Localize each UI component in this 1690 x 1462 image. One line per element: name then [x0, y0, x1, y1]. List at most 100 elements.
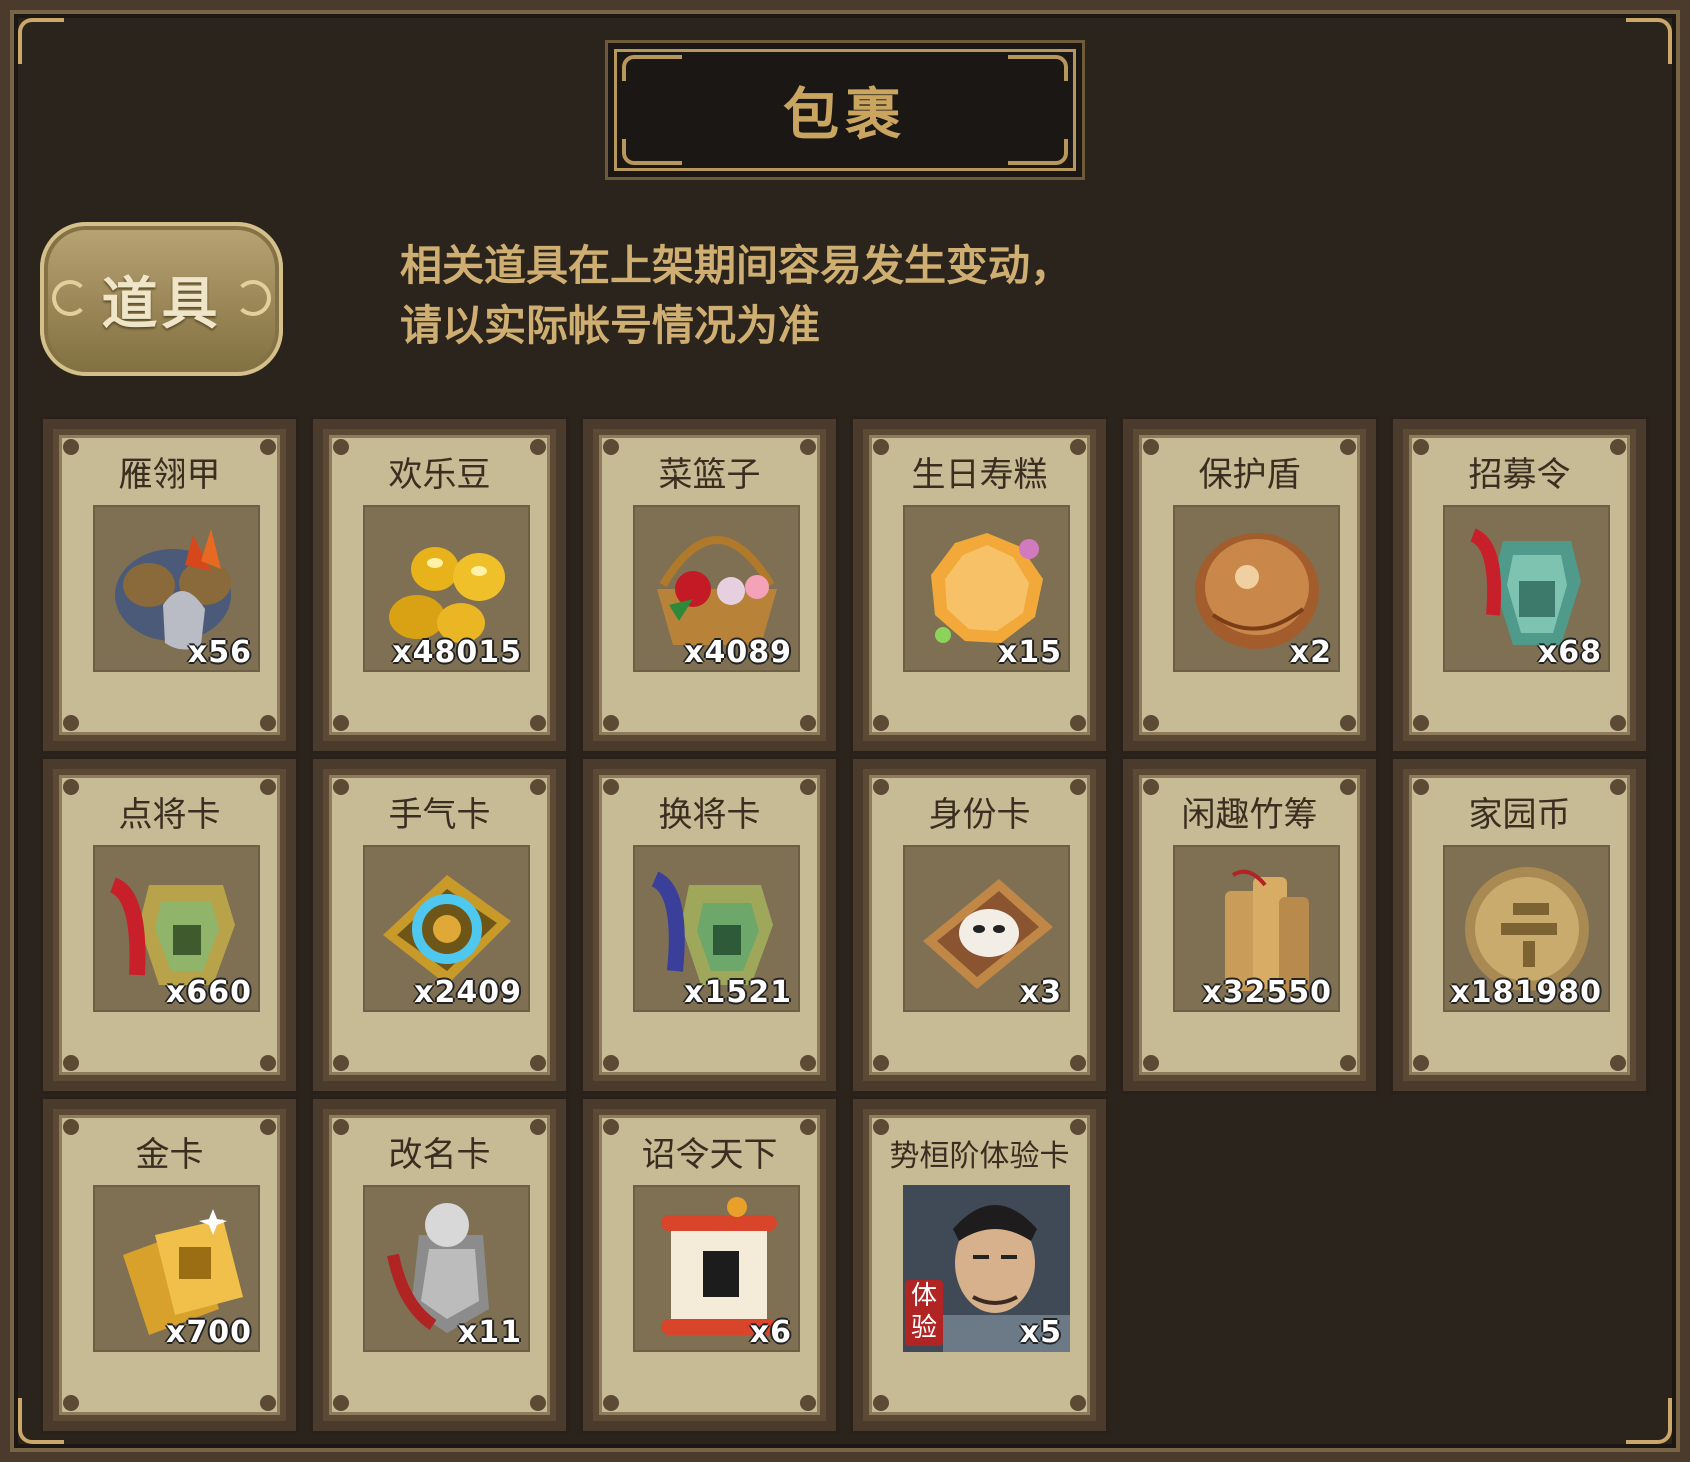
card-rivet	[1610, 715, 1626, 731]
item-name: 身份卡	[928, 795, 1031, 835]
item-quantity: x15	[997, 635, 1062, 670]
card-rivet	[873, 1395, 889, 1411]
edict-scroll-icon: x6	[633, 1185, 800, 1352]
item-card: 换将卡 x1521	[593, 769, 826, 1081]
item-quantity: x6	[749, 1315, 792, 1350]
inventory-item-slot[interactable]: 金卡 x700	[40, 1096, 299, 1434]
inventory-item-slot[interactable]: 保护盾 x2	[1120, 416, 1379, 754]
item-name: 金卡	[135, 1135, 204, 1175]
item-quantity: x56	[187, 635, 252, 670]
inventory-item-slot[interactable]: 点将卡 x660	[40, 756, 299, 1094]
item-name: 换将卡	[658, 795, 761, 835]
bamboo-tally-icon: x32550	[1173, 845, 1340, 1012]
card-rivet	[530, 1395, 546, 1411]
card-rivet	[63, 1395, 79, 1411]
inventory-item-slot[interactable]: 手气卡 x2409	[310, 756, 569, 1094]
item-card: 身份卡 x3	[863, 769, 1096, 1081]
card-rivet	[603, 1055, 619, 1071]
item-quantity: x48015	[392, 635, 522, 670]
card-rivet	[63, 1055, 79, 1071]
item-card: 金卡 x700	[53, 1109, 286, 1421]
title-ornament	[622, 139, 682, 165]
item-quantity: x660	[166, 975, 252, 1010]
inventory-item-slot[interactable]: 闲趣竹筹 x32550	[1120, 756, 1379, 1094]
corner-ornament	[18, 18, 64, 64]
item-quantity: x11	[457, 1315, 522, 1350]
item-card: 招募令 x68	[1403, 429, 1636, 741]
card-rivet	[1340, 1055, 1356, 1071]
card-rivet	[603, 1395, 619, 1411]
card-rivet	[333, 1395, 349, 1411]
item-quantity: x32550	[1202, 975, 1332, 1010]
inventory-item-slot[interactable]: 势桓阶体验卡 体验 x5	[850, 1096, 1109, 1434]
item-name: 菜篮子	[658, 455, 761, 495]
card-rivet	[800, 1055, 816, 1071]
inventory-item-slot[interactable]: 改名卡 x11	[310, 1096, 569, 1434]
item-quantity: x1521	[684, 975, 792, 1010]
card-rivet	[530, 715, 546, 731]
item-name: 招募令	[1468, 455, 1571, 495]
inventory-item-slot[interactable]: 雁翎甲 x56	[40, 416, 299, 754]
card-rivet	[333, 1055, 349, 1071]
inventory-item-slot[interactable]: 诏令天下 x6	[580, 1096, 839, 1434]
luck-card-icon: x2409	[363, 845, 530, 1012]
notice-line-2: 请以实际帐号情况为准	[400, 301, 821, 350]
item-name: 家园币	[1468, 795, 1571, 835]
scroll-ornament-icon	[235, 280, 271, 316]
item-card: 菜篮子 x4089	[593, 429, 826, 741]
card-rivet	[1070, 715, 1086, 731]
card-rivet	[1340, 715, 1356, 731]
card-rivet	[1143, 1055, 1159, 1071]
item-quantity: x3	[1019, 975, 1062, 1010]
item-quantity: x700	[166, 1315, 252, 1350]
cake-icon: x15	[903, 505, 1070, 672]
item-card: 诏令天下 x6	[593, 1109, 826, 1421]
identity-card-icon: x3	[903, 845, 1070, 1012]
title-ornament	[622, 55, 682, 81]
item-card: 改名卡 x11	[323, 1109, 556, 1421]
rename-card-icon: x11	[363, 1185, 530, 1352]
item-quantity: x181980	[1450, 975, 1602, 1010]
item-name: 改名卡	[388, 1135, 491, 1175]
item-name: 闲趣竹筹	[1181, 795, 1318, 835]
armor-icon: x56	[93, 505, 260, 672]
item-card: 家园币 x181980	[1403, 769, 1636, 1081]
tab-items-label: 道具	[101, 271, 222, 337]
swap-card-icon: x1521	[633, 845, 800, 1012]
inventory-item-slot[interactable]: 家园币 x181980	[1390, 756, 1649, 1094]
tab-items[interactable]: 道具	[40, 222, 283, 376]
corner-ornament	[1626, 18, 1672, 64]
general-card-icon: x660	[93, 845, 260, 1012]
item-card: 闲趣竹筹 x32550	[1133, 769, 1366, 1081]
item-name: 点将卡	[118, 795, 221, 835]
item-quantity: x2409	[414, 975, 522, 1010]
item-quantity: x4089	[684, 635, 792, 670]
card-rivet	[260, 715, 276, 731]
gold-beans-icon: x48015	[363, 505, 530, 672]
item-name: 雁翎甲	[118, 455, 221, 495]
item-grid: 雁翎甲 x56 欢乐豆 x48015 菜篮子 x4089 生日寿糕 x15 保护盾 x2 招募令 x6…	[40, 416, 1649, 1434]
inventory-item-slot[interactable]: 菜篮子 x4089	[580, 416, 839, 754]
trial-badge: 体验	[905, 1280, 943, 1346]
inventory-item-slot[interactable]: 欢乐豆 x48015	[310, 416, 569, 754]
card-rivet	[530, 1055, 546, 1071]
item-card: 保护盾 x2	[1133, 429, 1366, 741]
card-rivet	[1070, 1395, 1086, 1411]
item-quantity: x68	[1537, 635, 1602, 670]
item-name: 手气卡	[388, 795, 491, 835]
shield-icon: x2	[1173, 505, 1340, 672]
inventory-item-slot[interactable]: 生日寿糕 x15	[850, 416, 1109, 754]
card-rivet	[1143, 715, 1159, 731]
scroll-ornament-icon	[52, 280, 88, 316]
card-rivet	[873, 715, 889, 731]
card-rivet	[1610, 1055, 1626, 1071]
card-rivet	[333, 715, 349, 731]
card-rivet	[873, 1055, 889, 1071]
inventory-item-slot[interactable]: 换将卡 x1521	[580, 756, 839, 1094]
item-name: 保护盾	[1198, 455, 1301, 495]
item-card: 雁翎甲 x56	[53, 429, 286, 741]
inventory-item-slot[interactable]: 身份卡 x3	[850, 756, 1109, 1094]
item-card: 欢乐豆 x48015	[323, 429, 556, 741]
card-rivet	[800, 1395, 816, 1411]
inventory-item-slot[interactable]: 招募令 x68	[1390, 416, 1649, 754]
